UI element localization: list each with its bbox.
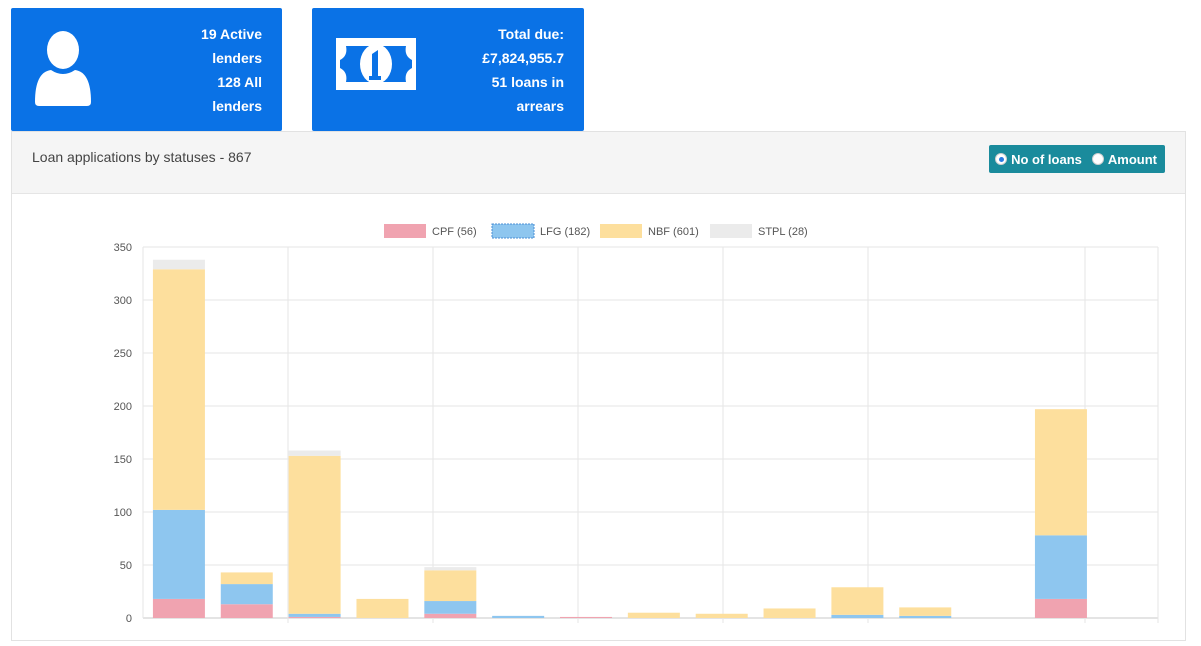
chart-area: 0 50 100 150 200 250 300 350 CPF (56) LFG (182) NB… [12, 195, 1185, 641]
bar-segment-lfg [424, 601, 477, 614]
loans-in-arrears-text: 51 loans in [491, 74, 564, 90]
active-lenders-label: lenders [212, 50, 262, 66]
user-icon [35, 31, 91, 106]
y-tick-label: 150 [114, 454, 132, 466]
no-of-loans-label: No of loans [1011, 151, 1082, 167]
total-due-amount: £7,824,955.7 [482, 50, 564, 66]
bar-segment-lfg [1034, 535, 1087, 599]
bar-segment-lfg [288, 613, 341, 617]
legend-label: CPF (56) [432, 226, 477, 238]
legend-swatch [600, 224, 642, 238]
bar-segment-lfg [220, 584, 273, 605]
bar-segment-nbf [763, 608, 816, 618]
total-due-label: Total due: [498, 26, 564, 42]
legend-swatch [710, 224, 752, 238]
all-lenders-label: lenders [212, 98, 262, 114]
bar-segment-stpl [152, 259, 205, 270]
bar-segment-nbf [1034, 409, 1087, 536]
no-of-loans-radio[interactable] [995, 153, 1008, 165]
amount-radio[interactable] [1091, 153, 1104, 165]
stacked-bar-chart: 0 50 100 150 200 250 300 350 CPF (56) LFG (182) NB… [114, 223, 1159, 625]
legend-label: LFG (182) [540, 226, 590, 238]
bar-segment-nbf [831, 587, 884, 615]
loans-in-arrears-label: arrears [516, 98, 565, 114]
amount-label: Amount [1107, 151, 1157, 167]
bar-segment-nbf [627, 612, 680, 618]
bar-segment-nbf [288, 455, 341, 614]
bar-segment-lfg [152, 509, 205, 599]
y-tick-label: 200 [114, 401, 132, 413]
legend-label: STPL (28) [758, 226, 808, 238]
bar-segment-cpf [1034, 598, 1087, 618]
bar-segment-cpf [220, 604, 273, 618]
bar-segment-nbf [356, 598, 409, 618]
bar-segment-nbf [424, 570, 477, 602]
bar-segment-cpf [288, 616, 341, 618]
bar-segment-lfg [831, 614, 884, 618]
panel-header: Loan applications by statuses - 867 No o… [12, 132, 1185, 194]
banknote-icon [336, 38, 416, 90]
legend-label: NBF (601) [648, 226, 699, 238]
bar-segment-stpl [424, 567, 477, 571]
no-of-loans-option[interactable]: No of loans [995, 152, 1082, 167]
total-due-card: Total due: £7,824,955.7 51 loans in arre… [312, 8, 584, 131]
loan-status-panel: Loan applications by statuses - 867 No o… [11, 131, 1186, 641]
bar-segment-lfg [492, 615, 545, 618]
bar-segment-nbf [695, 613, 748, 618]
lenders-summary-card: 19 Active lenders 128 All lenders [11, 8, 282, 131]
all-lenders-text: 128 All [217, 74, 262, 90]
y-tick-label: 300 [114, 295, 132, 307]
y-tick-label: 0 [126, 613, 132, 625]
y-tick-label: 350 [114, 242, 132, 254]
y-tick-label: 50 [120, 560, 132, 572]
bar-segment-nbf [899, 607, 952, 616]
active-lenders-text: 19 Active [201, 26, 262, 42]
legend-swatch [491, 223, 535, 239]
bar-segment-stpl [288, 450, 341, 456]
y-tick-label: 100 [114, 507, 132, 519]
metric-toggle: No of loans Amount [989, 145, 1165, 173]
bar-segment-cpf [560, 616, 613, 618]
bar-segment-nbf [220, 572, 273, 585]
panel-title: Loan applications by statuses - 867 [32, 149, 252, 165]
bar-segment-cpf [152, 598, 205, 618]
amount-option[interactable]: Amount [1091, 151, 1157, 167]
legend-swatch [384, 224, 426, 238]
y-tick-label: 250 [114, 348, 132, 360]
bar-segment-cpf [424, 613, 477, 618]
bar-segment-nbf [152, 269, 205, 510]
bar-segment-lfg [899, 615, 952, 618]
